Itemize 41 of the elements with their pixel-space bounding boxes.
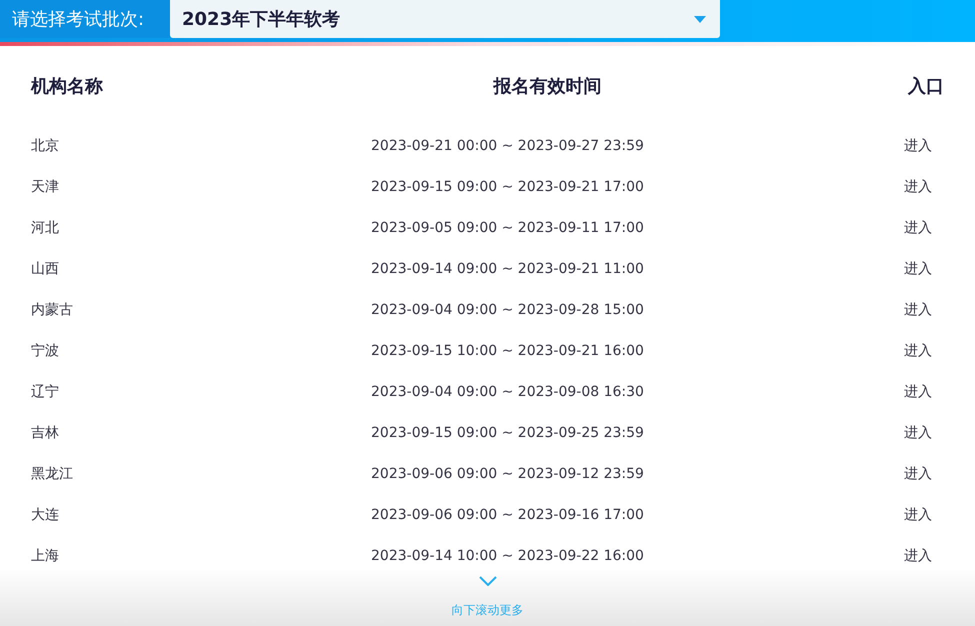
- institution-name: 北京: [31, 137, 59, 156]
- scroll-more-hint: 向下滚动更多: [452, 602, 524, 619]
- registration-period: 2023-09-15 10:00 ~ 2023-09-21 16:00: [371, 342, 644, 361]
- column-header: 机构名称: [31, 74, 104, 98]
- enter-link[interactable]: 进入: [904, 259, 932, 280]
- institution-name: 河北: [31, 219, 59, 238]
- enter-link[interactable]: 进入: [904, 464, 932, 485]
- registration-period: 2023-09-15 09:00 ~ 2023-09-25 23:59: [371, 424, 644, 443]
- institution-name: 宁波: [31, 342, 59, 361]
- enter-link[interactable]: 进入: [904, 218, 932, 239]
- institution-name: 大连: [31, 506, 59, 525]
- registration-period: 2023-09-14 10:00 ~ 2023-09-22 16:00: [371, 547, 644, 566]
- registration-period: 2023-09-06 09:00 ~ 2023-09-12 23:59: [371, 465, 644, 484]
- dropdown-caret-icon: [694, 16, 706, 22]
- column-header: 报名有效时间: [492, 74, 602, 98]
- column-header: 入口: [906, 74, 944, 98]
- enter-link[interactable]: 进入: [904, 136, 932, 157]
- institution-name: 上海: [31, 547, 59, 566]
- enter-link[interactable]: 进入: [904, 382, 932, 403]
- batch-select[interactable]: 2023年下半年软考: [170, 0, 720, 38]
- institution-name: 天津: [31, 178, 59, 197]
- registration-period: 2023-09-14 09:00 ~ 2023-09-21 11:00: [371, 260, 644, 279]
- registration-period: 2023-09-06 09:00 ~ 2023-09-16 17:00: [371, 506, 644, 525]
- registration-period: 2023-09-04 09:00 ~ 2023-09-08 16:30: [371, 383, 644, 402]
- enter-link[interactable]: 进入: [904, 505, 932, 526]
- enter-link[interactable]: 进入: [904, 546, 932, 567]
- registration-period: 2023-09-21 00:00 ~ 2023-09-27 23:59: [371, 137, 644, 156]
- registration-period: 2023-09-04 09:00 ~ 2023-09-28 15:00: [371, 301, 644, 320]
- institution-name: 吉林: [31, 424, 59, 443]
- registration-period: 2023-09-15 09:00 ~ 2023-09-21 17:00: [371, 178, 644, 197]
- institution-name: 辽宁: [31, 383, 59, 402]
- enter-link[interactable]: 进入: [904, 423, 932, 444]
- enter-link[interactable]: 进入: [904, 300, 932, 321]
- institution-name: 内蒙古: [31, 301, 73, 320]
- institution-name: 山西: [31, 260, 59, 279]
- chevron-down-icon: [478, 576, 496, 586]
- batch-label: 请选择考试批次:: [12, 8, 144, 32]
- enter-link[interactable]: 进入: [904, 177, 932, 198]
- institution-name: 黑龙江: [31, 465, 73, 484]
- registration-period: 2023-09-05 09:00 ~ 2023-09-11 17:00: [371, 219, 644, 238]
- enter-link[interactable]: 进入: [904, 341, 932, 362]
